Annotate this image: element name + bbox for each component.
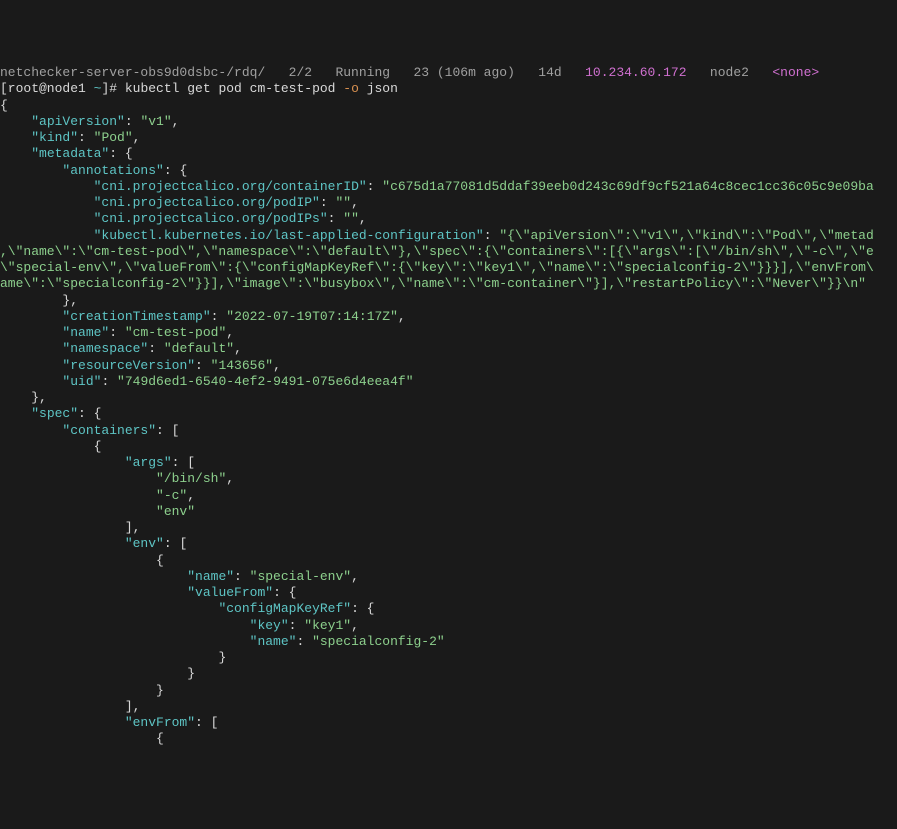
shell-prompt: [root@node1 ~]# [0,81,125,96]
terminal-output[interactable]: netchecker-server-obs9d0dsbc-/rdq/ 2/2 R… [0,65,897,748]
command: kubectl get pod cm-test-pod -o json [125,81,398,96]
json-output: { "apiVersion": "v1", "kind": "Pod", "me… [0,98,874,747]
prev-output-line: netchecker-server-obs9d0dsbc-/rdq/ 2/2 R… [0,65,819,80]
